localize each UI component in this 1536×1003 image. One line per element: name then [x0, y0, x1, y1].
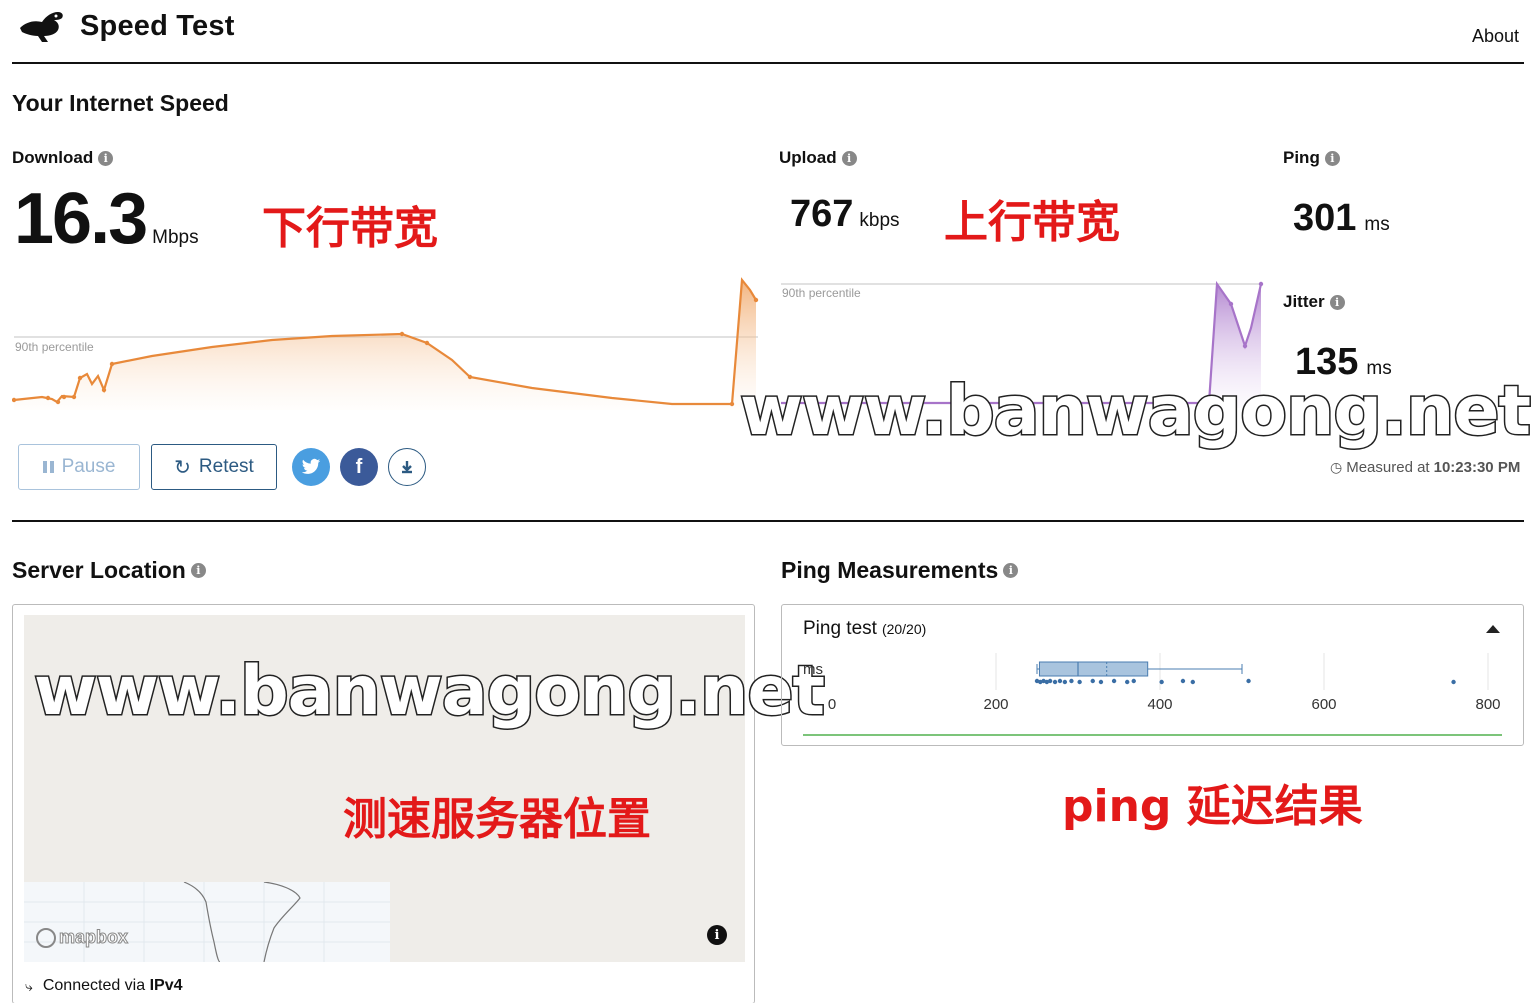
upload-label: Upload i: [779, 148, 857, 168]
ping-value: 301: [1293, 197, 1357, 239]
header-divider: [12, 62, 1524, 64]
upload-label-text: Upload: [779, 148, 837, 167]
info-icon[interactable]: i: [841, 150, 857, 166]
ping-point: [1451, 679, 1456, 685]
mapbox-attribution[interactable]: mapbox: [36, 927, 129, 948]
download-value: 16.3: [14, 179, 148, 259]
ping-test-label: Ping test: [803, 618, 877, 639]
server-title-text: Server Location: [12, 557, 186, 583]
measured-at: ◷ Measured at 10:23:30 PM: [1330, 459, 1520, 476]
ping-point: [1090, 678, 1095, 684]
x-tick-label: 800: [1475, 696, 1500, 713]
twitter-icon[interactable]: [292, 448, 330, 486]
facebook-icon[interactable]: f: [340, 448, 378, 486]
retest-button[interactable]: ↻ Retest: [151, 444, 277, 490]
x-tick-label: 0: [828, 696, 836, 713]
ping-measure-title-text: Ping Measurements: [781, 557, 999, 583]
measured-time: 10:23:30 PM: [1433, 459, 1521, 476]
ping-test-header: Ping test (20/20): [803, 618, 926, 640]
section-divider: [12, 520, 1524, 522]
ping-point: [1180, 678, 1186, 684]
ping-point: [1159, 679, 1164, 685]
upload-percentile-label: 90th percentile: [782, 286, 861, 300]
ping-value-block: 301 ms: [1293, 197, 1390, 240]
section-title: Your Internet Speed: [12, 90, 229, 116]
map-tiles: [24, 882, 390, 962]
ping-point: [1246, 678, 1251, 684]
measured-prefix: Measured at: [1346, 459, 1430, 476]
mapbox-logo-icon: [36, 927, 56, 948]
watermark-text: www.banwagong.net: [33, 651, 827, 733]
ping-point: [1098, 679, 1104, 685]
ping-point: [1131, 678, 1136, 684]
info-icon[interactable]: i: [190, 563, 206, 578]
download-label: Download i: [12, 148, 114, 168]
ping-unit: ms: [1364, 214, 1390, 235]
box-iqr: [1038, 661, 1149, 677]
connection-value: IPv4: [149, 977, 183, 994]
rabbit-logo-icon[interactable]: [18, 8, 66, 44]
jitter-label: Jitter i: [1283, 292, 1345, 312]
ping-point: [1069, 678, 1074, 684]
download-value-block: 16.3 Mbps: [14, 178, 199, 260]
upload-unit: kbps: [859, 210, 900, 231]
network-icon: ⤷: [25, 977, 33, 994]
about-link[interactable]: About: [1472, 26, 1519, 47]
app-title: Speed Test: [80, 10, 235, 42]
ping-point: [1052, 679, 1058, 685]
info-icon[interactable]: i: [1324, 150, 1340, 166]
pause-icon: [42, 461, 54, 473]
download-icon[interactable]: [388, 448, 426, 486]
ping-test-count: (20/20): [881, 621, 927, 637]
ping-test-panel: Ping test (20/20) ms 0 200 400 600 800: [781, 604, 1524, 746]
download-annotation: 下行带宽: [262, 203, 438, 254]
server-location-title: Server Location i: [12, 557, 206, 584]
clock-icon: ◷: [1330, 459, 1343, 475]
x-tick-label: 200: [983, 696, 1008, 713]
ping-point: [1125, 679, 1130, 685]
download-chart: [12, 277, 759, 410]
connection-info: ⤷ Connected via IPv4: [25, 977, 183, 995]
jitter-label-text: Jitter: [1283, 292, 1325, 311]
download-unit: Mbps: [152, 227, 199, 248]
ping-point: [1047, 678, 1053, 684]
mapbox-label: mapbox: [58, 927, 129, 948]
info-icon[interactable]: i: [1329, 294, 1345, 310]
x-tick-label: 600: [1311, 696, 1336, 713]
refresh-icon: ↻: [174, 456, 191, 479]
retest-label: Retest: [198, 456, 254, 477]
upload-value-block: 767 kbps: [790, 193, 900, 236]
collapse-arrow-icon[interactable]: [1486, 625, 1500, 633]
map-info-icon[interactable]: i: [707, 925, 727, 945]
ping-annotation: ping 延迟结果: [1062, 781, 1363, 832]
ping-label: Ping i: [1283, 148, 1340, 168]
ping-box-plot: 0 200 400 600 800: [803, 653, 1502, 736]
ping-point: [1062, 679, 1068, 685]
ping-label-text: Ping: [1283, 148, 1320, 167]
pause-button[interactable]: Pause: [18, 444, 140, 490]
server-annotation: 测速服务器位置: [343, 794, 651, 845]
upload-annotation: 上行带宽: [944, 197, 1120, 248]
ping-point: [1111, 678, 1117, 684]
connection-prefix: Connected via: [42, 977, 146, 994]
ping-point: [1190, 679, 1195, 685]
ping-point: [1077, 679, 1082, 685]
watermark-text: www.banwagong.net: [739, 371, 1533, 453]
x-tick-label: 400: [1147, 696, 1172, 713]
ping-point: [1057, 678, 1063, 684]
info-icon[interactable]: i: [98, 150, 114, 166]
pause-label: Pause: [61, 456, 116, 477]
download-label-text: Download: [12, 148, 94, 167]
upload-value: 767: [790, 193, 854, 235]
ping-measurements-title: Ping Measurements i: [781, 557, 1019, 584]
download-percentile-label: 90th percentile: [15, 340, 94, 354]
info-icon[interactable]: i: [1003, 563, 1019, 578]
